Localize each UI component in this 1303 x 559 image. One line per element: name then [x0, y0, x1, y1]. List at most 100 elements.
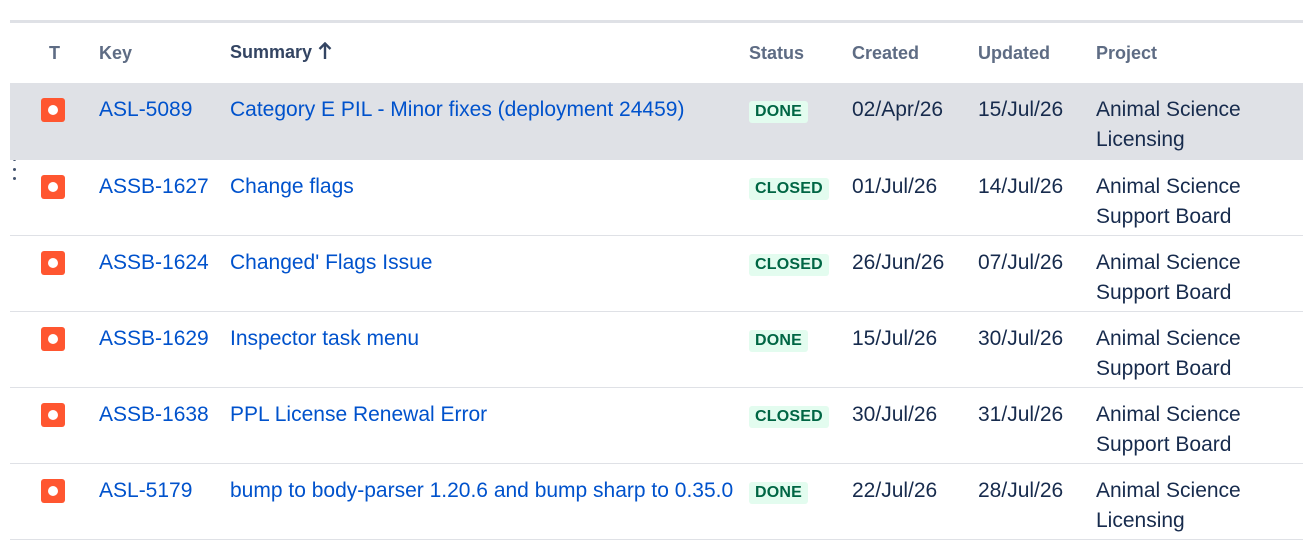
updated-date: 30/Jul/26: [978, 326, 1064, 350]
status-badge: CLOSED: [749, 405, 829, 428]
created-cell: 15/Jul/26: [842, 311, 968, 387]
column-header-updated[interactable]: Updated: [968, 23, 1086, 83]
type-cell: [10, 159, 89, 235]
status-badge: DONE: [749, 101, 809, 123]
table-body: ASL-5089 Category E PIL - Minor fixes (d…: [10, 83, 1303, 539]
column-header-status[interactable]: Status: [739, 23, 842, 83]
type-cell: [10, 463, 89, 539]
created-date: 30/Jul/26: [852, 402, 938, 426]
bug-icon: [40, 402, 65, 427]
updated-cell: 14/Jul/26: [968, 159, 1086, 235]
project-cell: Animal Science Licensing: [1086, 463, 1303, 539]
updated-cell: 31/Jul/26: [968, 387, 1086, 463]
table-row[interactable]: ASL-5089 Category E PIL - Minor fixes (d…: [10, 83, 1303, 159]
table-row[interactable]: ASSB-1629 Inspector task menu DONE 15/Ju…: [10, 311, 1303, 387]
table-row[interactable]: ASL-5179 bump to body-parser 1.20.6 and …: [10, 463, 1303, 539]
issue-summary-link[interactable]: Changed' Flags Issue: [230, 251, 432, 274]
column-header-updated-label: Updated: [978, 42, 1050, 63]
column-header-project[interactable]: Project: [1086, 23, 1303, 83]
column-header-status-label: Status: [749, 42, 805, 63]
created-cell: 30/Jul/26: [842, 387, 968, 463]
key-cell: ASSB-1638: [89, 387, 220, 463]
project-cell: Animal Science Support Board: [1086, 235, 1303, 311]
type-cell: [10, 387, 89, 463]
status-badge: DONE: [749, 329, 809, 352]
type-cell: [10, 235, 89, 311]
created-cell: 26/Jun/26: [842, 235, 968, 311]
column-header-summary-label: Summary: [230, 41, 313, 62]
status-badge: DONE: [749, 481, 809, 504]
created-cell: 22/Jul/26: [842, 463, 968, 539]
project-cell: Animal Science Support Board: [1086, 159, 1303, 235]
bug-icon: [40, 478, 65, 503]
status-cell: DONE: [739, 463, 842, 539]
key-cell: ASSB-1629: [89, 311, 220, 387]
project-name: Animal Science Support Board: [1096, 402, 1241, 456]
created-date: 26/Jun/26: [852, 250, 945, 274]
status-badge: CLOSED: [749, 177, 829, 200]
summary-cell: Inspector task menu: [220, 311, 739, 387]
issue-key-link[interactable]: ASSB-1624: [99, 251, 209, 274]
project-name: Animal Science Licensing: [1096, 478, 1241, 532]
updated-date: 28/Jul/26: [978, 478, 1064, 502]
project-name: Animal Science Support Board: [1096, 326, 1241, 380]
issue-summary-link[interactable]: Category E PIL - Minor fixes (deployment…: [230, 98, 684, 121]
table-header: T Key Summary Status Created Updated Pro…: [10, 23, 1303, 83]
issues-table: T Key Summary Status Created Updated Pro…: [10, 23, 1303, 540]
updated-cell: 07/Jul/26: [968, 235, 1086, 311]
column-header-key[interactable]: Key: [89, 23, 220, 83]
column-header-created[interactable]: Created: [842, 23, 968, 83]
status-cell: CLOSED: [739, 387, 842, 463]
issue-summary-link[interactable]: bump to body-parser 1.20.6 and bump shar…: [230, 479, 733, 502]
bug-icon: [40, 326, 65, 351]
project-name: Animal Science Support Board: [1096, 174, 1241, 228]
updated-date: 14/Jul/26: [978, 174, 1064, 198]
status-cell: CLOSED: [739, 159, 842, 235]
summary-cell: Category E PIL - Minor fixes (deployment…: [220, 83, 739, 159]
table-row[interactable]: ASSB-1624 Changed' Flags Issue CLOSED 26…: [10, 235, 1303, 311]
issue-summary-link[interactable]: Inspector task menu: [230, 327, 419, 350]
updated-cell: 30/Jul/26: [968, 311, 1086, 387]
bug-icon: [40, 98, 65, 122]
key-cell: ASSB-1627: [89, 159, 220, 235]
created-cell: 02/Apr/26: [842, 83, 968, 159]
updated-cell: 28/Jul/26: [968, 463, 1086, 539]
status-badge: CLOSED: [749, 253, 829, 276]
summary-cell: Changed' Flags Issue: [220, 235, 739, 311]
key-cell: ASL-5089: [89, 83, 220, 159]
bug-icon: [40, 174, 65, 199]
column-header-summary[interactable]: Summary: [220, 23, 739, 83]
updated-date: 07/Jul/26: [978, 250, 1064, 274]
issue-key-link[interactable]: ASSB-1627: [99, 175, 209, 198]
created-date: 22/Jul/26: [852, 478, 938, 502]
type-cell: [10, 311, 89, 387]
table-row[interactable]: ASSB-1627 Change flags CLOSED 01/Jul/26 …: [10, 159, 1303, 235]
issue-key-link[interactable]: ASSB-1629: [99, 327, 209, 350]
column-header-created-label: Created: [852, 42, 920, 63]
updated-date: 15/Jul/26: [978, 98, 1064, 121]
issue-key-link[interactable]: ASL-5179: [99, 479, 192, 502]
column-header-key-label: Key: [99, 42, 133, 63]
key-cell: ASSB-1624: [89, 235, 220, 311]
header-row: T Key Summary Status Created Updated Pro…: [10, 23, 1303, 83]
issue-summary-link[interactable]: PPL License Renewal Error: [230, 403, 487, 426]
summary-cell: bump to body-parser 1.20.6 and bump shar…: [220, 463, 739, 539]
created-date: 02/Apr/26: [852, 98, 944, 121]
arrow-up-icon[interactable]: [318, 41, 332, 65]
column-header-project-label: Project: [1096, 42, 1158, 63]
updated-cell: 15/Jul/26: [968, 83, 1086, 159]
created-date: 15/Jul/26: [852, 326, 938, 350]
bug-icon: [40, 250, 65, 275]
summary-cell: Change flags: [220, 159, 739, 235]
status-cell: DONE: [739, 83, 842, 159]
column-header-type[interactable]: T: [10, 23, 89, 83]
project-name: Animal Science Licensing: [1096, 98, 1241, 151]
issue-summary-link[interactable]: Change flags: [230, 175, 354, 198]
summary-cell: PPL License Renewal Error: [220, 387, 739, 463]
issue-key-link[interactable]: ASL-5089: [99, 98, 192, 121]
table-row[interactable]: ASSB-1638 PPL License Renewal Error CLOS…: [10, 387, 1303, 463]
created-date: 01/Jul/26: [852, 174, 938, 198]
created-cell: 01/Jul/26: [842, 159, 968, 235]
issue-key-link[interactable]: ASSB-1638: [99, 403, 209, 426]
project-cell: Animal Science Support Board: [1086, 387, 1303, 463]
